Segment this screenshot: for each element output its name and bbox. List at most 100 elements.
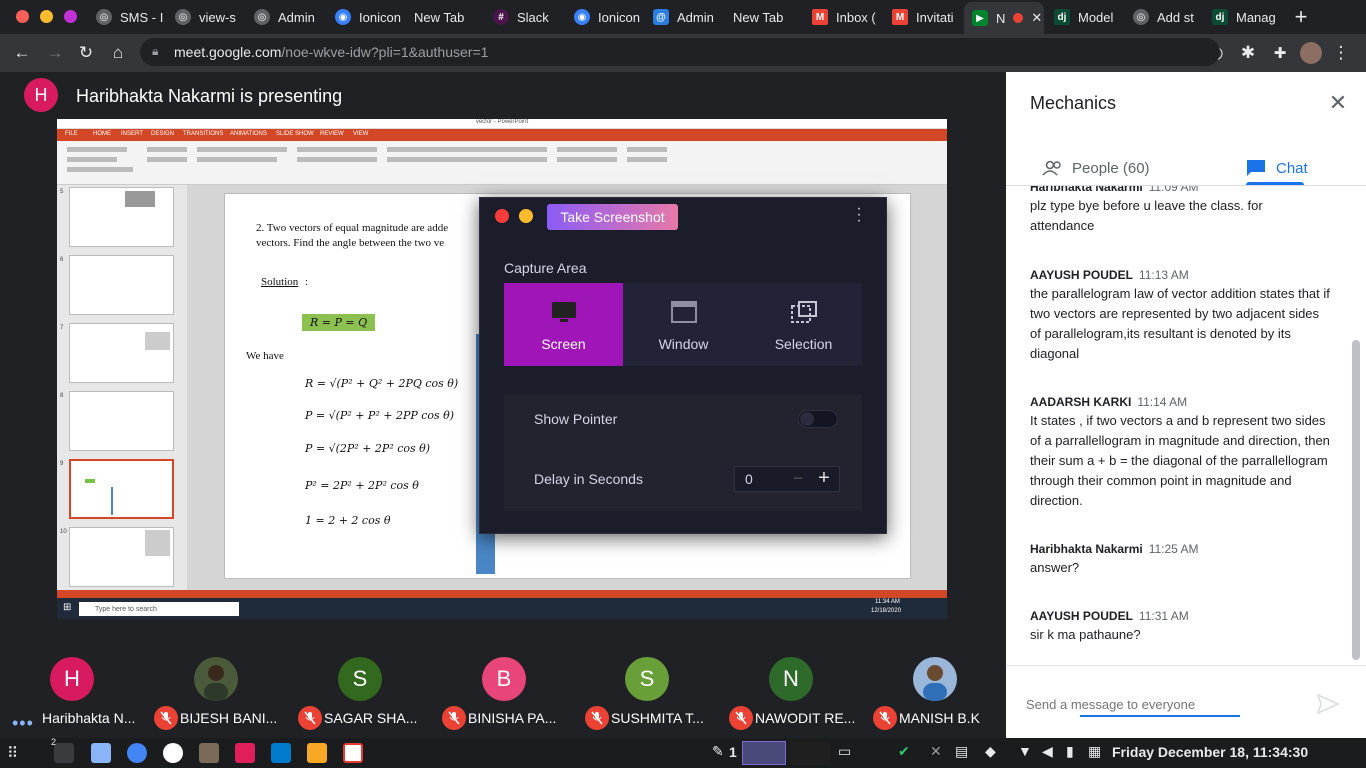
browser-tab[interactable]: @ Admin	[645, 4, 723, 30]
tab-people[interactable]: People (60)	[1042, 150, 1150, 186]
app-grid-icon[interactable]: ⠿	[7, 744, 18, 762]
window-maximize-icon[interactable]	[64, 10, 77, 23]
browser-tab[interactable]: ◎ Admin	[246, 4, 324, 30]
back-icon[interactable]: ←	[11, 42, 33, 64]
calendar-icon[interactable]: ▦	[1088, 743, 1101, 760]
minimize-icon[interactable]	[519, 209, 533, 223]
window-preview[interactable]	[790, 741, 830, 765]
browser-tab-active[interactable]: ▶ N ✕	[964, 2, 1044, 34]
new-tab-button[interactable]: +	[1290, 4, 1312, 29]
capture-selection-option[interactable]: Selection	[744, 283, 863, 366]
slide-thumbnail[interactable]	[69, 527, 174, 587]
slide-thumbnail[interactable]	[69, 323, 174, 383]
puzzle-icon[interactable]: ✚	[1269, 42, 1291, 64]
word-icon[interactable]	[163, 743, 183, 763]
chrome-icon[interactable]	[127, 743, 147, 763]
browser-tab[interactable]: ◎ Add st	[1125, 4, 1203, 30]
avatar: H	[24, 78, 58, 112]
capture-screen-option[interactable]: Screen	[504, 283, 623, 366]
browser-tab[interactable]: ◎ SMS - I	[88, 4, 166, 30]
browser-tab[interactable]: ◉ Ionicon	[566, 4, 644, 30]
bluetooth-off-icon[interactable]: ✕	[930, 743, 942, 760]
tasks-icon[interactable]	[343, 743, 363, 763]
browser-tab[interactable]: ◉ Ionicon	[327, 4, 405, 30]
browser-tab[interactable]: New Tab	[725, 4, 803, 30]
capture-window-option[interactable]: Window	[624, 283, 743, 366]
close-icon[interactable]: ✕	[1324, 90, 1352, 118]
kebab-menu-icon[interactable]: ⋮	[1330, 42, 1352, 64]
workspace-switcher[interactable]: 2	[51, 737, 74, 763]
window-minimize-icon[interactable]	[40, 10, 53, 23]
browser-tab[interactable]: M Inbox (	[804, 4, 882, 30]
vscode-icon[interactable]	[271, 743, 291, 763]
delay-spinner: 0 − +	[734, 466, 840, 492]
window-preview[interactable]	[742, 741, 786, 765]
avatar: S	[625, 657, 669, 701]
window-close-icon[interactable]	[16, 10, 29, 23]
avatar[interactable]	[1300, 42, 1322, 64]
browser-tab[interactable]: ◎ view-s	[167, 4, 245, 30]
app-icon[interactable]	[199, 743, 219, 763]
ppt-ribbon	[57, 141, 947, 185]
battery-icon[interactable]: ▮	[1066, 743, 1074, 760]
home-icon[interactable]: ⌂	[107, 42, 129, 64]
browser-tab[interactable]: dj Model	[1046, 4, 1124, 30]
sublime-icon[interactable]	[307, 743, 327, 763]
equation: P² = 2P² + 2P² cos θ	[305, 479, 419, 492]
muted-mic-icon	[298, 706, 322, 730]
extension-icon[interactable]: ✱	[1237, 42, 1259, 64]
address-bar[interactable]: 🔒︎ meet.google.com/noe-wkve-idw?pli=1&au…	[140, 38, 1220, 66]
decrement-button[interactable]: −	[787, 468, 809, 489]
kebab-menu-icon[interactable]: · · ·	[852, 201, 866, 229]
chat-message-input[interactable]	[1026, 690, 1296, 718]
browser-tab[interactable]: M Invitati	[884, 4, 962, 30]
participant-tile[interactable]: N NAWODIT RE...	[719, 657, 859, 737]
participant-tile[interactable]: S SUSHMITA T...	[575, 657, 715, 737]
send-icon[interactable]	[1316, 692, 1340, 716]
input-focus-line	[1080, 715, 1240, 717]
muted-mic-icon	[729, 706, 753, 730]
volume-icon[interactable]: ◀	[1042, 743, 1053, 760]
tab-close-icon[interactable]: ✕	[1031, 10, 1042, 26]
ppt-tab: REVIEW	[320, 131, 344, 137]
forward-icon[interactable]: →	[44, 42, 66, 64]
increment-button[interactable]: +	[813, 467, 835, 490]
participant-tile[interactable]: BIJESH BANI...	[144, 657, 284, 737]
slide-thumbnail[interactable]	[69, 255, 174, 315]
chat-icon	[1247, 160, 1265, 176]
reload-icon[interactable]: ↻	[75, 42, 97, 64]
files-icon[interactable]	[91, 743, 111, 763]
show-pointer-toggle[interactable]	[798, 410, 838, 428]
display-icon[interactable]: ▭	[838, 743, 851, 760]
close-icon[interactable]	[495, 209, 509, 223]
browser-tab[interactable]: # Slack	[485, 4, 563, 30]
participant-tile[interactable]: MANISH B.K	[863, 657, 1003, 737]
chat-message-list: Haribhakta Nakarmi 11:09 AM plz type bye …	[1006, 186, 1352, 664]
sync-icon[interactable]: ✔	[898, 743, 910, 760]
participant-tile[interactable]: S SAGAR SHA...	[288, 657, 428, 737]
muted-mic-icon	[873, 706, 897, 730]
browser-tab[interactable]: dj Manag	[1204, 4, 1282, 30]
delay-input[interactable]: 0	[745, 471, 753, 487]
slide-thumbnail[interactable]	[69, 187, 174, 247]
boxed-equation: R = P = Q	[302, 314, 376, 331]
participant-tile[interactable]: H Haribhakta N...	[0, 657, 140, 737]
chat-scrollbar[interactable]	[1352, 340, 1360, 660]
browser-tab[interactable]: New Tab	[406, 4, 484, 30]
participant-tile[interactable]: B BINISHA PA...	[432, 657, 572, 737]
clock[interactable]: Friday December 18, 11:34:30	[1112, 744, 1308, 760]
notification-icon[interactable]: ✎	[712, 743, 724, 760]
selection-icon	[791, 301, 817, 323]
slack-icon[interactable]	[235, 743, 255, 763]
lock-icon: 🔒︎	[152, 44, 159, 58]
ppt-ribbon-tabs: FILE HOME INSERT DESIGN TRANSITIONS ANIM…	[57, 129, 947, 141]
screenshot-dialog: Take Screenshot · · · Capture Area Screen …	[479, 197, 887, 534]
muted-mic-icon	[154, 706, 178, 730]
slide-thumbnail[interactable]	[69, 391, 174, 451]
shield-icon[interactable]: ◆	[985, 743, 996, 760]
slide-thumbnail-selected[interactable]	[69, 459, 174, 519]
tab-chat[interactable]: Chat	[1246, 150, 1308, 186]
clipboard-icon[interactable]: ▤	[955, 743, 968, 760]
wifi-icon[interactable]: ▼	[1018, 743, 1032, 759]
browser-tab-strip: ◎ SMS - I ◎ view-s ◎ Admin ◉ Ionicon New Tab…	[0, 0, 1366, 34]
